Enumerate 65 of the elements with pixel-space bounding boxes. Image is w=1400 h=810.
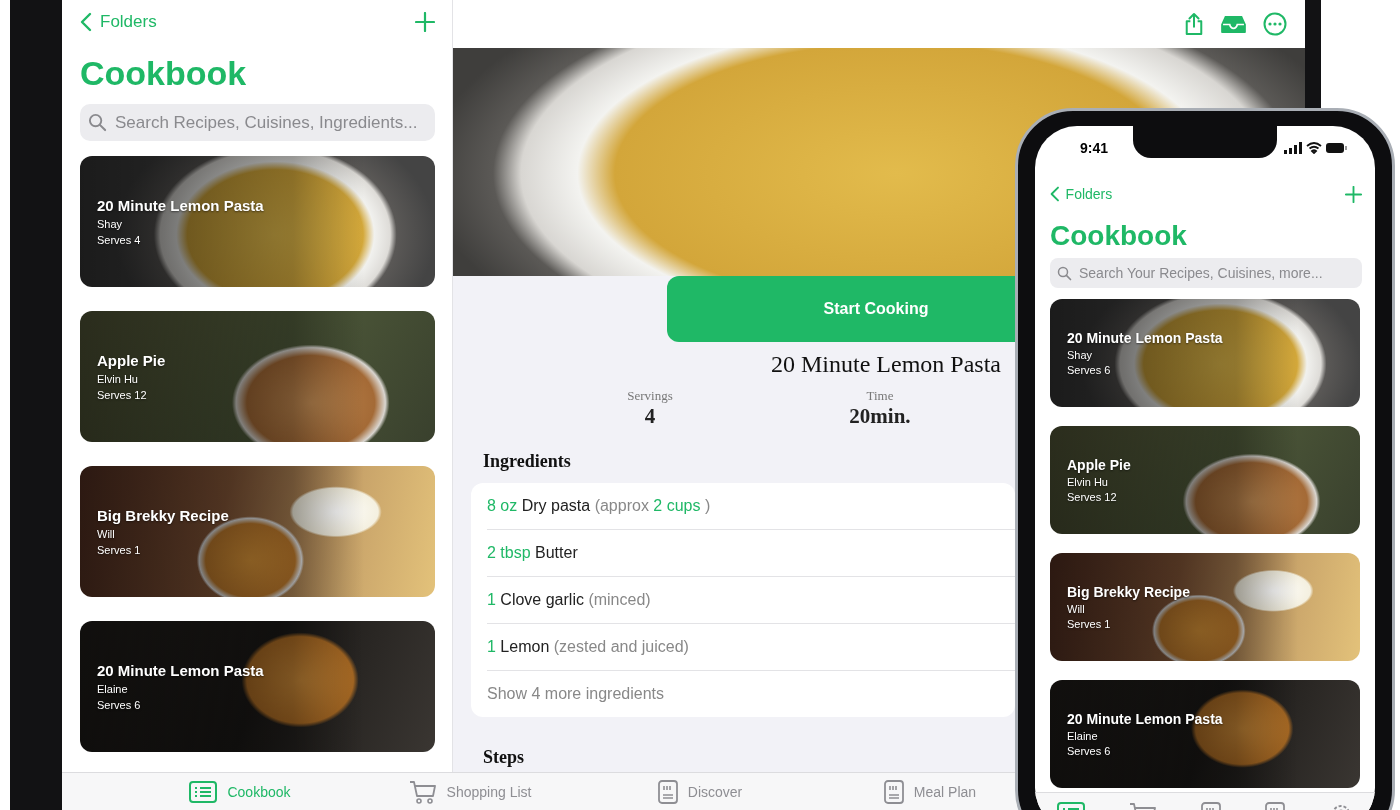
recipe-card[interactable]: 20 Minute Lemon Pasta Shay Serves 6 [1050,299,1360,407]
ingredient-row[interactable]: 1 Lemon (zested and juiced) [487,624,1015,671]
ingredient-row[interactable]: 8 oz Dry pasta (approx 2 cups ) [487,483,1015,530]
app-title: Cookbook [80,53,248,90]
recipe-card[interactable]: Big Brekky Recipe Will Serves 1 [80,466,435,597]
recipe-title: Big Brekky Recipe [1067,584,1191,600]
recipe-servings: Serves 6 [97,699,142,711]
search-field[interactable]: Search Recipes, Cuisines, Ingredients... [80,104,435,141]
recipe-card[interactable]: Apple Pie Elvin Hu Serves 12 [80,311,435,442]
list-icon [189,780,218,803]
share-icon[interactable] [1184,12,1204,36]
recipe-card[interactable]: 20 Minute Lemon Pasta Elaine Serves 6 [80,621,435,752]
cart-icon [408,779,437,804]
recipe-author: Shay [97,218,124,230]
recipe-servings: Serves 6 [1067,745,1112,757]
tray-icon[interactable] [1220,14,1247,34]
recipe-title: Big Brekky Recipe [97,507,230,524]
ingredient-row[interactable]: 2 tbsp Butter [487,530,1015,577]
recipe-card[interactable]: Big Brekky Recipe Will Serves 1 [1050,553,1360,661]
ingredient-row[interactable]: 1 Clove garlic (minced) [487,577,1015,624]
recipe-servings: Serves 6 [1067,364,1112,376]
stat-label: Time [865,388,895,404]
recipe-servings: Serves 12 [97,389,148,401]
recipe-author: Will [97,528,116,540]
recipe-card[interactable]: 20 Minute Lemon Pasta Shay Serves 4 [80,156,435,287]
stat-label: Servings [626,388,674,404]
recipe-author: Elvin Hu [97,373,139,385]
app-title: Cookbook [1050,219,1188,246]
show-more-link[interactable]: Show 4 more ingredients [487,671,664,717]
recipe-title: 20 Minute Lemon Pasta [97,662,265,679]
planner-icon [883,779,904,804]
search-icon [1057,265,1072,281]
document-icon [657,779,678,804]
status-time: 9:41 [1080,140,1109,156]
recipe-title: Apple Pie [97,352,167,369]
recipe-title: 20 Minute Lemon Pasta [1067,711,1224,727]
wifi-icon [1306,142,1322,154]
back-chevron-icon [1050,186,1060,202]
battery-icon [1326,142,1348,154]
search-field[interactable]: Search Your Recipes, Cuisines, more... [1050,258,1362,288]
back-chevron-icon [80,12,92,32]
recipe-title: Apple Pie [1067,457,1132,473]
stat-value: 20min. [848,404,912,429]
recipe-author: Elaine [97,683,129,695]
recipe-author: Shay [1067,349,1094,361]
recipe-author: Elvin Hu [1067,476,1109,488]
recipe-title: 20 Minute Lemon Pasta [97,197,265,214]
recipe-title: 20 Minute Lemon Pasta [1067,330,1224,346]
recipe-heading: 20 Minute Lemon Pasta [771,351,1001,378]
more-icon[interactable] [1263,12,1287,36]
recipe-servings: Serves 1 [97,544,142,556]
recipe-servings: Serves 4 [97,234,142,246]
add-icon[interactable] [1345,185,1362,203]
section-heading: Ingredients [483,451,571,472]
recipe-servings: Serves 12 [1067,491,1118,503]
signal-icon [1284,142,1302,154]
recipe-author: Will [1067,603,1086,615]
recipe-author: Elaine [1067,730,1099,742]
stat-value: 4 [643,404,657,429]
recipe-card[interactable]: Apple Pie Elvin Hu Serves 12 [1050,426,1360,534]
search-icon [88,113,107,132]
add-icon[interactable] [415,12,435,32]
section-heading: Steps [483,747,524,768]
recipe-servings: Serves 1 [1067,618,1112,630]
recipe-card[interactable]: 20 Minute Lemon Pasta Elaine Serves 6 [1050,680,1360,788]
